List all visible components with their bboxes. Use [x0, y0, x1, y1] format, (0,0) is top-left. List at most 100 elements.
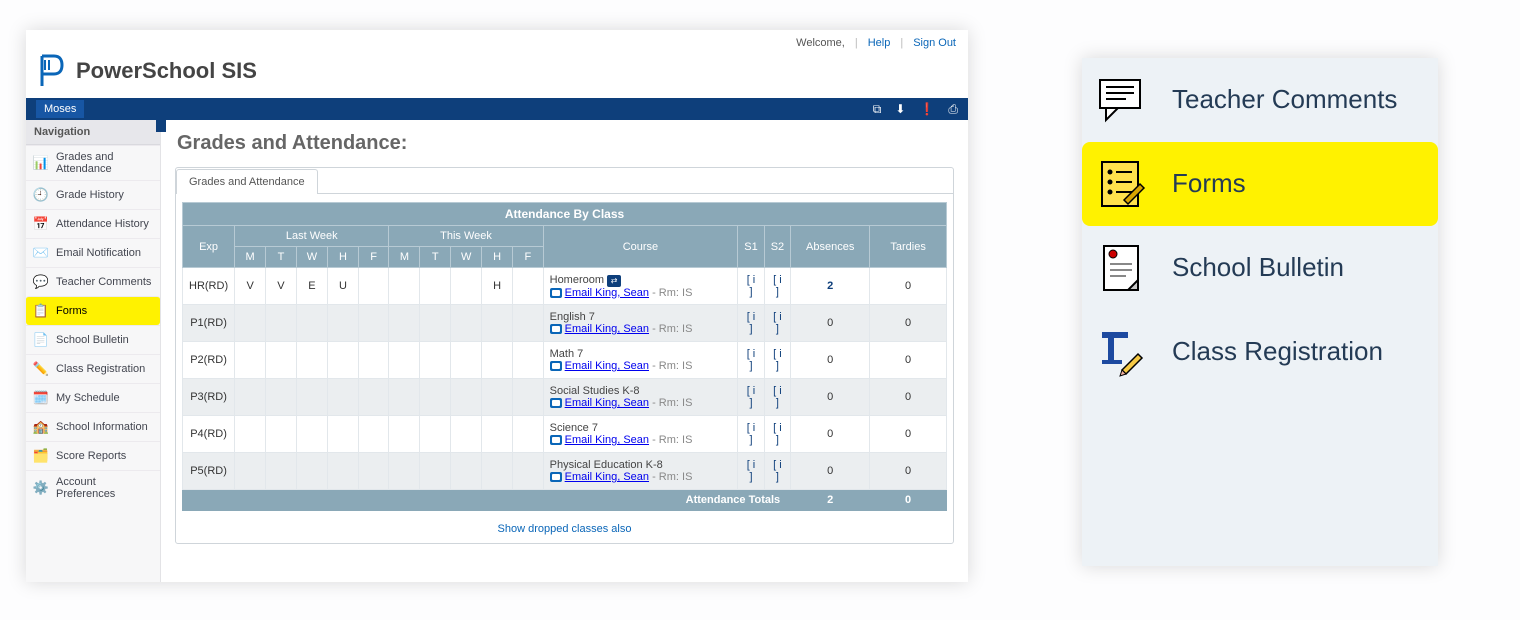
nav-item-label: Grade History	[56, 189, 124, 201]
zoom-item-teacher-comments[interactable]: Teacher Comments	[1082, 58, 1438, 142]
email-icon[interactable]	[550, 361, 562, 371]
cell-attendance-code: H	[482, 268, 513, 305]
email-icon[interactable]	[550, 435, 562, 445]
student-bar: Moses ⧉ ⬇ ❗ ⎙	[26, 98, 968, 120]
cell-attendance-code	[513, 453, 544, 490]
sidebar-item-attendance-history[interactable]: 📅Attendance History	[26, 209, 160, 238]
cell-tardies: 0	[870, 379, 947, 416]
teacher-email-link[interactable]: Email King, Sean	[565, 471, 649, 483]
absences-link[interactable]: 2	[827, 280, 833, 292]
sidebar-item-grade-history[interactable]: 🕘Grade History	[26, 180, 160, 209]
sidebar-item-email-notification[interactable]: ✉️Email Notification	[26, 238, 160, 267]
cell-exp: P2(RD)	[183, 342, 235, 379]
room-label: - Rm: IS	[652, 471, 692, 483]
cell-attendance-code	[389, 453, 420, 490]
navigation-heading: Navigation	[26, 120, 160, 145]
cell-exp: P5(RD)	[183, 453, 235, 490]
cell-absences: 0	[791, 379, 870, 416]
cell-attendance-code	[358, 453, 389, 490]
cell-attendance-code	[451, 305, 482, 342]
sidebar-item-account-preferences[interactable]: ⚙️Account Preferences	[26, 470, 160, 505]
zoom-item-forms[interactable]: Forms	[1082, 142, 1438, 226]
cell-exp: P3(RD)	[183, 379, 235, 416]
grade-s2-link[interactable]: [ i ]	[773, 348, 782, 372]
student-tab[interactable]: Moses	[36, 100, 84, 118]
grade-s2-link[interactable]: [ i ]	[773, 459, 782, 483]
popout-icon[interactable]: ⧉	[873, 102, 882, 117]
zoom-item-class-registration[interactable]: Class Registration	[1082, 310, 1438, 394]
sidebar-item-class-registration[interactable]: ✏️Class Registration	[26, 354, 160, 383]
teacher-email-link[interactable]: Email King, Sean	[565, 360, 649, 372]
cell-attendance-code	[235, 453, 266, 490]
sidebar-item-my-schedule[interactable]: 🗓️My Schedule	[26, 383, 160, 412]
sidebar-item-forms[interactable]: 📋Forms	[26, 296, 160, 325]
cell-attendance-code	[358, 342, 389, 379]
cell-tardies: 0	[870, 416, 947, 453]
table-row: P5(RD)Physical Education K-8Email King, …	[183, 453, 947, 490]
grade-s1-link[interactable]: [ i ]	[747, 311, 756, 335]
grade-s2-link[interactable]: [ i ]	[773, 274, 782, 298]
grade-s2-link[interactable]: [ i ]	[773, 385, 782, 409]
nav-item-label: School Bulletin	[56, 334, 129, 346]
email-icon[interactable]	[550, 288, 562, 298]
cell-attendance-code	[389, 379, 420, 416]
totals-absences: 2	[791, 490, 870, 511]
cell-attendance-code	[389, 305, 420, 342]
cell-absences: 0	[791, 342, 870, 379]
zoom-item-icon	[1094, 324, 1150, 380]
zoom-item-icon	[1094, 72, 1150, 128]
room-label: - Rm: IS	[652, 287, 692, 299]
grade-s1-link[interactable]: [ i ]	[747, 422, 756, 446]
sidebar-item-school-bulletin[interactable]: 📄School Bulletin	[26, 325, 160, 354]
col-this-week: This Week	[389, 226, 543, 247]
sidebar-item-teacher-comments[interactable]: 💬Teacher Comments	[26, 267, 160, 296]
email-icon[interactable]	[550, 472, 562, 482]
col-last-week: Last Week	[235, 226, 389, 247]
teacher-email-link[interactable]: Email King, Sean	[565, 434, 649, 446]
col-exp: Exp	[183, 226, 235, 268]
app-title: PowerSchool SIS	[76, 58, 257, 84]
col-s1: S1	[738, 226, 764, 268]
cell-attendance-code	[266, 453, 297, 490]
grade-s1-link[interactable]: [ i ]	[747, 459, 756, 483]
cell-course: Social Studies K-8Email King, Sean - Rm:…	[543, 379, 738, 416]
teacher-email-link[interactable]: Email King, Sean	[565, 323, 649, 335]
course-name: Math 7	[550, 348, 732, 360]
room-label: - Rm: IS	[652, 397, 692, 409]
grade-s1-link[interactable]: [ i ]	[747, 274, 756, 298]
cell-attendance-code	[482, 342, 513, 379]
sidebar-item-school-information[interactable]: 🏫School Information	[26, 412, 160, 441]
grade-s1-link[interactable]: [ i ]	[747, 385, 756, 409]
tab-grades-attendance[interactable]: Grades and Attendance	[176, 169, 318, 194]
show-dropped-link[interactable]: Show dropped classes also	[498, 523, 632, 535]
teacher-email-link[interactable]: Email King, Sean	[565, 287, 649, 299]
zoom-item-label: School Bulletin	[1172, 254, 1344, 281]
zoom-item-school-bulletin[interactable]: School Bulletin	[1082, 226, 1438, 310]
grade-s2-link[interactable]: [ i ]	[773, 311, 782, 335]
sidebar-item-grades-and-attendance[interactable]: 📊Grades and Attendance	[26, 145, 160, 180]
nav-item-label: Forms	[56, 305, 87, 317]
grade-s1-link[interactable]: [ i ]	[747, 348, 756, 372]
day-header: H	[328, 247, 359, 268]
cell-attendance-code	[482, 453, 513, 490]
cell-attendance-code	[296, 379, 327, 416]
help-link[interactable]: Help	[868, 37, 891, 49]
cell-attendance-code	[420, 379, 451, 416]
cell-attendance-code	[328, 416, 359, 453]
email-icon[interactable]	[550, 324, 562, 334]
signout-link[interactable]: Sign Out	[913, 37, 956, 49]
grade-s2-link[interactable]: [ i ]	[773, 422, 782, 446]
content-area: Grades and Attendance: Grades and Attend…	[161, 120, 968, 582]
cell-attendance-code	[266, 416, 297, 453]
sidebar-item-score-reports[interactable]: 🗂️Score Reports	[26, 441, 160, 470]
print-icon[interactable]: ⎙	[948, 102, 958, 117]
download-icon[interactable]: ⬇	[895, 102, 905, 116]
teacher-email-link[interactable]: Email King, Sean	[565, 397, 649, 409]
cell-attendance-code	[513, 379, 544, 416]
cell-attendance-code	[451, 453, 482, 490]
day-header: M	[235, 247, 266, 268]
email-icon[interactable]	[550, 398, 562, 408]
cell-course: Homeroom ⇄Email King, Sean - Rm: IS	[543, 268, 738, 305]
cell-attendance-code	[235, 342, 266, 379]
alert-icon[interactable]: ❗	[919, 102, 934, 116]
